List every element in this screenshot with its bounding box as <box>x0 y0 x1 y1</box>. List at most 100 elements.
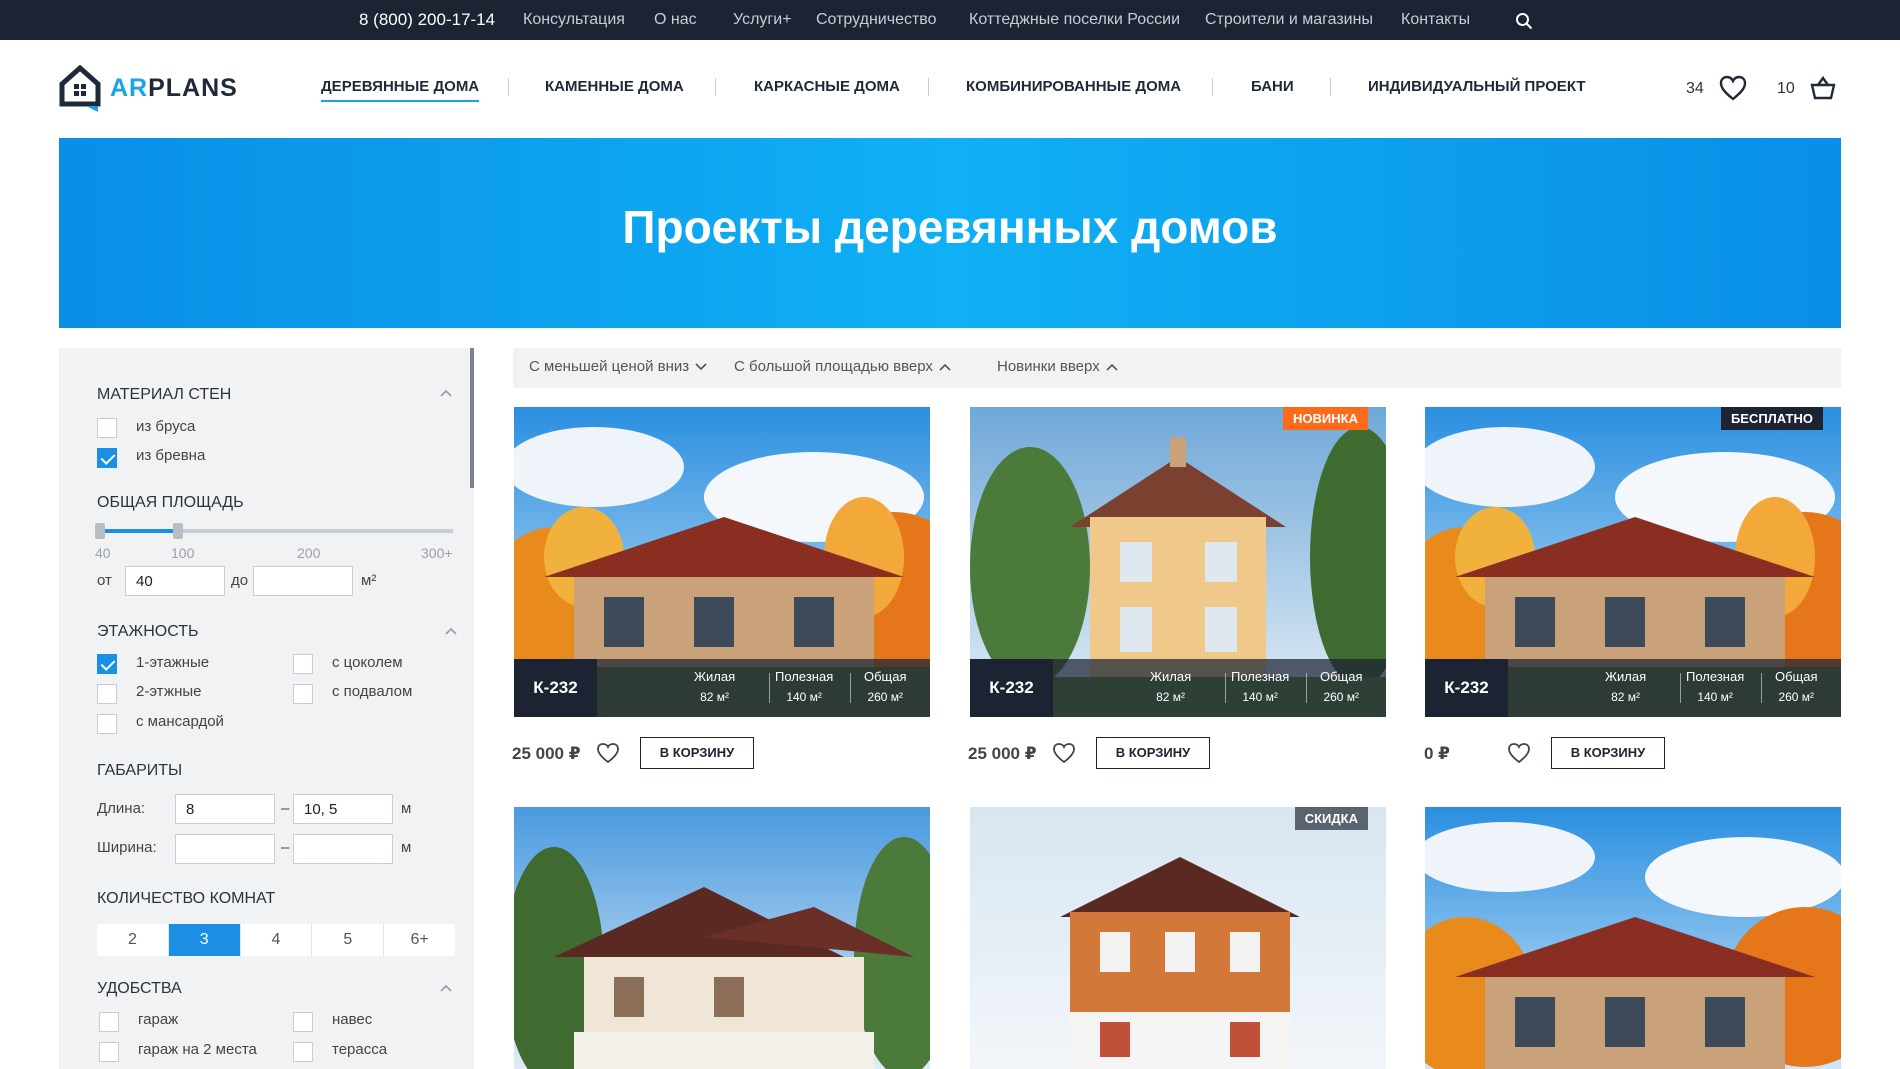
width-unit: м <box>401 839 412 856</box>
checkbox-label: терасса <box>332 1041 388 1058</box>
heart-icon[interactable] <box>596 742 620 764</box>
area-to-input[interactable] <box>253 566 353 596</box>
project-image[interactable]: НОВИНКА К-232 Жилая 82 м² Полезная 140 м² … <box>970 407 1386 717</box>
checkbox-timber[interactable] <box>97 418 117 438</box>
topnav-builders-shops[interactable]: Строители и магазины <box>1205 11 1373 29</box>
project-price: 25 000 ₽ <box>968 744 1037 763</box>
badge-discount: СКИДКА <box>1294 807 1368 830</box>
room-option-4[interactable]: 4 <box>241 924 313 956</box>
area-range-fill <box>97 529 177 533</box>
sort-price[interactable]: С меньшей ценой вниз <box>529 358 707 375</box>
area-unit: м² <box>361 572 377 589</box>
arplans-logo[interactable]: ARPLANS <box>58 62 244 112</box>
stat-living: Жилая 82 м² <box>1605 669 1647 704</box>
checkbox-2-floor[interactable] <box>97 684 117 704</box>
project-image[interactable] <box>514 807 930 1069</box>
stat-separator <box>769 673 770 703</box>
nav-separator <box>508 78 509 96</box>
project-info-bar: К-232 Жилая 82 м² Полезная 140 м² Общая 260… <box>514 659 930 717</box>
checkbox-log[interactable] <box>97 448 117 468</box>
checkbox-label: с подвалом <box>332 683 413 700</box>
topnav-consultation[interactable]: Консультация <box>523 11 625 29</box>
checkbox-1-floor[interactable] <box>97 654 117 674</box>
length-label: Длина: <box>97 800 146 817</box>
area-from-input[interactable] <box>125 566 225 596</box>
checkbox-garage-2[interactable] <box>99 1042 119 1062</box>
checkbox-basement[interactable] <box>293 684 313 704</box>
width-from-input[interactable] <box>175 834 275 864</box>
heart-icon[interactable] <box>1719 75 1747 101</box>
range-tick: 300+ <box>421 545 453 561</box>
project-code: К-232 <box>514 659 597 717</box>
width-to-input[interactable] <box>293 834 393 864</box>
nav-stone-houses[interactable]: КАМЕННЫЕ ДОМА <box>545 78 684 95</box>
nav-individual-project[interactable]: ИНДИВИДУАЛЬНЫЙ ПРОЕКТ <box>1368 78 1586 95</box>
heart-icon[interactable] <box>1507 742 1531 764</box>
sort-area[interactable]: С большой площадью вверх <box>734 358 951 375</box>
basket-icon[interactable] <box>1809 75 1837 101</box>
checkbox-attic[interactable] <box>97 714 117 734</box>
project-image[interactable]: СКИДКА <box>970 807 1386 1069</box>
checkbox-terrace[interactable] <box>293 1042 313 1062</box>
add-to-cart-button[interactable]: В КОРЗИНУ <box>1551 737 1665 769</box>
area-range-max-handle[interactable] <box>173 523 183 539</box>
room-option-6plus[interactable]: 6+ <box>384 924 455 956</box>
length-to-input[interactable] <box>293 794 393 824</box>
filter-title-material: МАТЕРИАЛ СТЕН <box>97 386 232 403</box>
nav-wooden-houses[interactable]: ДЕРЕВЯННЫЕ ДОМА <box>321 78 480 102</box>
chevron-up-icon[interactable] <box>439 983 453 993</box>
length-from-input[interactable] <box>175 794 275 824</box>
sidebar-scrollbar[interactable] <box>470 348 474 488</box>
stat-useful: Полезная 140 м² <box>1231 669 1290 704</box>
phone-number[interactable]: 8 (800) 200-17-14 <box>359 10 495 30</box>
project-image[interactable]: БЕСПЛАТНО К-232 Жилая 82 м² Полезная 140 м… <box>1425 407 1841 717</box>
topnav-cottage-villages[interactable]: Коттеджные поселки России <box>969 11 1180 29</box>
stat-total: Общая 260 м² <box>1775 669 1818 704</box>
project-image[interactable]: К-232 Жилая 82 м² Полезная 140 м² Общая 260… <box>514 407 930 717</box>
checkbox-label: 2-этжные <box>136 683 202 700</box>
checkbox-garage[interactable] <box>99 1012 119 1032</box>
house-photo <box>514 807 930 1069</box>
checkbox-label: из бревна <box>136 447 206 464</box>
range-tick: 40 <box>95 545 111 561</box>
room-option-3[interactable]: 3 <box>168 924 241 956</box>
nav-combined-houses[interactable]: КОМБИНИРОВАННЫЕ ДОМА <box>966 78 1181 95</box>
sort-new[interactable]: Новинки вверх <box>997 358 1118 375</box>
checkbox-plinth[interactable] <box>293 654 313 674</box>
filter-title-area: ОБЩАЯ ПЛОЩАДЬ <box>97 494 244 511</box>
topnav-cooperation[interactable]: Сотрудничество <box>816 11 937 29</box>
area-range-min-handle[interactable] <box>95 523 105 539</box>
stat-separator <box>1225 673 1226 703</box>
chevron-up-icon[interactable] <box>439 388 453 398</box>
cart-count: 10 <box>1777 80 1795 97</box>
topnav-contacts[interactable]: Контакты <box>1401 11 1470 29</box>
badge-new: НОВИНКА <box>1283 407 1368 430</box>
checkbox-canopy[interactable] <box>293 1012 313 1032</box>
add-to-cart-button[interactable]: В КОРЗИНУ <box>1096 737 1210 769</box>
topnav-services[interactable]: Услуги+ <box>733 11 792 29</box>
nav-separator <box>715 78 716 96</box>
sort-bar: С меньшей ценой вниз С большой площадью … <box>513 348 1841 388</box>
add-to-cart-button[interactable]: В КОРЗИНУ <box>640 737 754 769</box>
project-image[interactable] <box>1425 807 1841 1069</box>
room-option-5[interactable]: 5 <box>312 924 385 956</box>
nav-saunas[interactable]: БАНИ <box>1251 78 1294 95</box>
stat-useful: Полезная 140 м² <box>1686 669 1745 704</box>
stat-useful: Полезная 140 м² <box>775 669 834 704</box>
chevron-up-icon[interactable] <box>444 626 458 636</box>
search-icon[interactable] <box>1515 12 1533 30</box>
nav-separator <box>1330 78 1331 96</box>
area-to-label: до <box>231 572 249 589</box>
nav-frame-houses[interactable]: КАРКАСНЫЕ ДОМА <box>754 78 900 95</box>
range-tick: 200 <box>297 545 321 561</box>
width-label: Ширина: <box>97 839 157 856</box>
filter-title-dimensions: ГАБАРИТЫ <box>97 762 183 779</box>
favorites-count: 34 <box>1686 80 1704 97</box>
topnav-about[interactable]: О нас <box>654 11 697 29</box>
heart-icon[interactable] <box>1052 742 1076 764</box>
logo-text: ARPLANS <box>110 74 238 102</box>
project-info-bar: К-232 Жилая 82 м² Полезная 140 м² Общая 260… <box>1425 659 1841 717</box>
room-option-2[interactable]: 2 <box>97 924 169 956</box>
project-price: 0 ₽ <box>1424 744 1451 763</box>
chevron-up-icon <box>1106 363 1118 371</box>
